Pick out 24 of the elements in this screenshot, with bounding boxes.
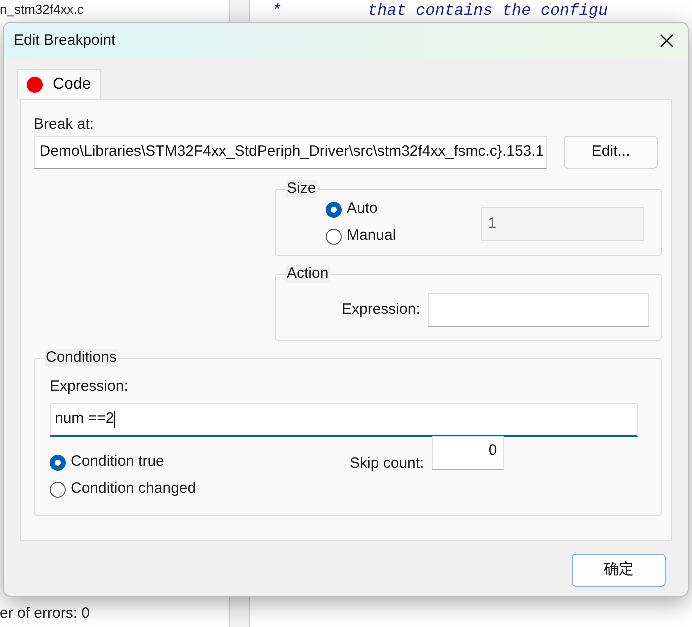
radio-label: Condition true: [71, 452, 164, 472]
expression-label: Expression:: [342, 300, 420, 320]
skip-count-field[interactable]: 0: [432, 436, 504, 470]
condition-expression-field[interactable]: num ==2: [50, 403, 638, 437]
group-legend: Action: [286, 265, 330, 283]
file-tab[interactable]: n_stm32f4xx.c: [0, 2, 229, 17]
break-at-label: Break at:: [34, 115, 96, 132]
group-legend: Size: [286, 180, 318, 198]
skip-count-label: Skip count:: [350, 454, 424, 474]
window-title: Edit Breakpoint: [14, 30, 116, 51]
group-legend: Conditions: [45, 349, 118, 367]
ok-button[interactable]: 确定: [572, 554, 666, 587]
edit-button[interactable]: Edit...: [564, 136, 658, 169]
radio-label: Condition changed: [71, 479, 196, 500]
expression-label: Expression:: [50, 377, 130, 394]
action-expression-field[interactable]: [428, 293, 650, 327]
location-field[interactable]: Demo\Libraries\STM32F4xx_StdPeriph_Driver\src\stm32f4xx_fsmc.c}.153.1: [34, 136, 548, 169]
code-line: * that contains the configu: [272, 2, 610, 20]
tab[interactable]: Code: [17, 69, 102, 99]
radio-button[interactable]: [50, 454, 66, 470]
radio-label: Auto: [347, 199, 378, 220]
radio-button[interactable]: [50, 482, 66, 498]
close-icon[interactable]: [660, 34, 674, 48]
radio-label: Manual: [347, 226, 396, 246]
